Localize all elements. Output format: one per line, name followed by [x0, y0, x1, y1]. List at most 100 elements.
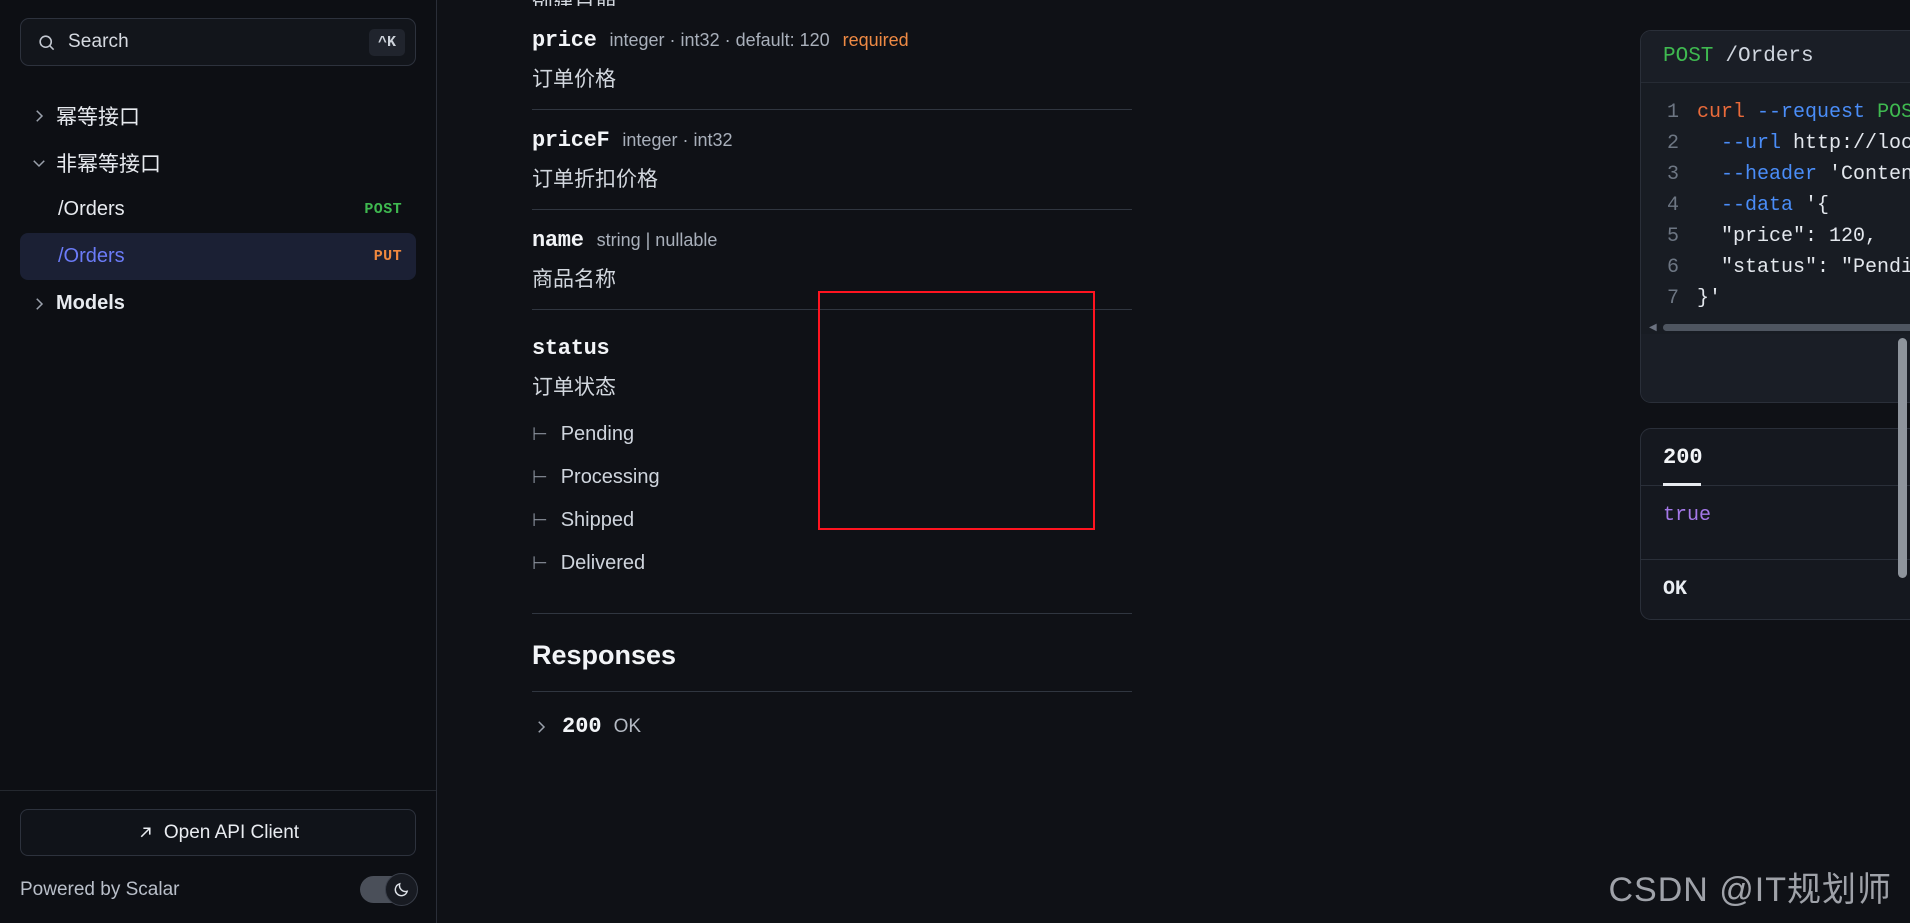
code-panel-footer: Test Request — [1641, 334, 1910, 402]
method-badge-put: PUT — [373, 248, 402, 265]
code-line: 3 --header 'Content-Type: application/js… — [1641, 159, 1910, 190]
code-line-number: 4 — [1666, 194, 1679, 217]
response-example-panel: 200 Show Schema true OK — [1640, 428, 1910, 620]
moon-icon — [393, 881, 410, 898]
main-content: 创建日期 price integer · int32 · default: 12… — [437, 0, 1910, 923]
field-header: price integer · int32 · default: 120 req… — [532, 28, 1132, 53]
theme-toggle[interactable] — [360, 873, 418, 906]
field-name: status — [532, 336, 610, 361]
field-required-badge: required — [842, 30, 909, 50]
code-example-panel: POST /Orders Shell cURL 1 curl --request … — [1640, 30, 1910, 403]
powered-by-row: Powered by Scalar — [20, 873, 418, 906]
search-input[interactable]: Search ^K — [20, 18, 416, 66]
code-line-number: 6 — [1666, 256, 1679, 279]
right-panel: POST /Orders Shell cURL 1 curl --request … — [1640, 30, 1910, 620]
enum-item: ⊢ Processing — [532, 466, 1132, 489]
open-api-client-label: Open API Client — [163, 821, 300, 843]
cut-off-description: 创建日期 — [532, 0, 1132, 6]
field-name: name — [532, 228, 584, 253]
enum-label: Shipped — [560, 509, 635, 531]
enum-item: ⊢ Shipped — [532, 509, 1132, 532]
enum-label: Processing — [560, 466, 660, 488]
chevron-down-icon — [30, 154, 48, 172]
search-placeholder: Search — [68, 31, 129, 52]
code-line-content: "price": 120, — [1697, 225, 1878, 248]
field-status: status 订单状态 ⊢ Pending ⊢ Processing ⊢ Shi… — [532, 310, 1132, 614]
field-description: 订单折扣价格 — [532, 168, 658, 191]
field-description: 订单状态 — [532, 376, 616, 399]
response-status-text: OK — [613, 715, 642, 737]
sidebar-footer: Open API Client Powered by Scalar — [0, 790, 436, 923]
powered-by-label: Powered by Scalar — [20, 878, 180, 900]
method-badge-post: POST — [364, 201, 402, 218]
response-panel-header: 200 Show Schema — [1641, 429, 1910, 486]
enum-branch-icon: ⊢ — [532, 424, 548, 445]
field-name: name string | nullable 商品名称 — [532, 210, 1132, 310]
status-enum-list: ⊢ Pending ⊢ Processing ⊢ Shipped ⊢ Deliv… — [532, 423, 1132, 575]
code-line-number: 5 — [1666, 225, 1679, 248]
request-body-fields: 创建日期 price integer · int32 · default: 12… — [532, 0, 1132, 739]
code-horizontal-scrollbar[interactable]: ◀ ▶ — [1641, 320, 1910, 334]
sidebar-group-idempotent[interactable]: 幂等接口 — [20, 92, 416, 139]
sidebar: Search ^K 幂等接口 非幂等接口 /Orders POST /Order… — [0, 0, 437, 923]
search-shortcut-badge: ^K — [368, 28, 405, 56]
field-meta: string | nullable — [596, 230, 718, 250]
scrollbar-thumb[interactable] — [1662, 323, 1910, 331]
sidebar-group-label: 幂等接口 — [56, 105, 140, 129]
enum-label: Pending — [560, 423, 635, 445]
field-header: status — [532, 336, 1132, 361]
code-line-content: --url http://localhost:5137/Orders \ — [1721, 132, 1910, 155]
code-line-number: 3 — [1666, 163, 1679, 186]
response-body: true — [1641, 486, 1910, 560]
sidebar-item-models[interactable]: Models — [20, 280, 416, 327]
response-footer-text: OK — [1663, 578, 1688, 601]
open-api-client-button[interactable]: Open API Client — [20, 809, 416, 856]
code-line-content: curl --request POST \ — [1697, 101, 1910, 124]
code-line: 1 curl --request POST \ — [1641, 97, 1910, 128]
sidebar-group-non-idempotent[interactable]: 非幂等接口 — [20, 139, 416, 186]
page-vertical-scrollbar[interactable] — [1898, 338, 1907, 578]
field-price: price integer · int32 · default: 120 req… — [532, 6, 1132, 110]
field-header: name string | nullable — [532, 228, 1132, 253]
scrollbar-track[interactable] — [1662, 323, 1910, 331]
code-line: 2 --url http://localhost:5137/Orders \ — [1641, 128, 1910, 159]
code-line: 4 --data '{ — [1641, 190, 1910, 221]
code-line-content: --header 'Content-Type: application/json — [1721, 163, 1910, 186]
field-priceF: priceF integer · int32 订单折扣价格 — [532, 110, 1132, 210]
code-line-content: }' — [1697, 287, 1722, 310]
enum-label: Delivered — [560, 552, 646, 574]
enum-branch-icon: ⊢ — [532, 467, 548, 488]
sidebar-item-label: Models — [56, 292, 125, 314]
field-description: 商品名称 — [532, 268, 616, 291]
response-row-200[interactable]: 200 OK — [532, 692, 1132, 739]
enum-item: ⊢ Delivered — [532, 552, 1132, 575]
responses-heading: Responses — [532, 614, 1132, 692]
response-status-code: 200 — [562, 714, 602, 739]
search-icon — [37, 33, 56, 52]
response-status-tab[interactable]: 200 — [1663, 445, 1703, 470]
field-name: priceF — [532, 128, 610, 153]
code-block: 1 curl --request POST \ 2 --url http://loc… — [1641, 83, 1910, 320]
scroll-left-icon[interactable]: ◀ — [1649, 322, 1657, 333]
arrow-up-right-icon — [137, 824, 154, 841]
code-method-label: POST — [1663, 45, 1714, 68]
field-header: priceF integer · int32 — [532, 128, 1132, 153]
code-line-number: 1 — [1666, 101, 1679, 124]
field-description: 订单价格 — [532, 68, 616, 91]
field-name: price — [532, 28, 597, 53]
enum-branch-icon: ⊢ — [532, 510, 548, 531]
sidebar-item-orders-post[interactable]: /Orders POST — [20, 186, 416, 233]
sidebar-item-label: /Orders — [58, 245, 125, 267]
active-tab-underline — [1663, 483, 1701, 486]
code-line-number: 7 — [1666, 287, 1679, 310]
theme-toggle-knob — [385, 873, 418, 906]
chevron-right-icon — [532, 718, 550, 736]
sidebar-nav: 幂等接口 非幂等接口 /Orders POST /Orders PUT Mode… — [0, 92, 436, 327]
scalar-api-reference: Search ^K 幂等接口 非幂等接口 /Orders POST /Order… — [0, 0, 1910, 923]
enum-branch-icon: ⊢ — [532, 553, 548, 574]
chevron-right-icon — [30, 107, 48, 125]
watermark: CSDN @IT规划师 — [1608, 871, 1892, 909]
field-meta: integer · int32 — [622, 130, 733, 150]
sidebar-item-orders-put[interactable]: /Orders PUT — [20, 233, 416, 280]
code-line: 6 "status": "Pending" — [1641, 252, 1910, 283]
